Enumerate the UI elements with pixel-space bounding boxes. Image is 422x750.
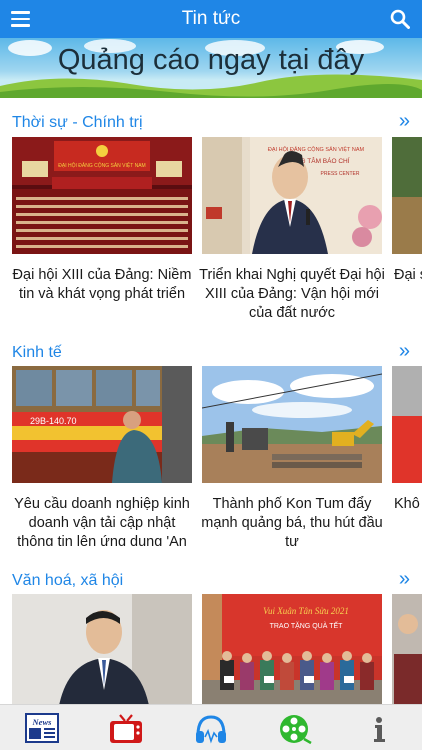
gift-banner-text: Vui Xuân Tân Sửu 2021	[263, 606, 349, 616]
article-card[interactable]	[392, 594, 422, 704]
article-title[interactable]: Thành phố Kon Tum đẩy mạnh quảng bá, thu…	[199, 495, 385, 546]
article-row-thoi-su: ĐẠI HỘI ĐẢNG CỘNG SẢN VIỆT NAM Đại hội X…	[0, 137, 422, 327]
section-title[interactable]: Kinh tế	[12, 344, 62, 362]
article-card[interactable]	[12, 594, 192, 704]
article-row-van-hoa: Vui Xuân Tân Sửu 2021 TRAO TẶNG QUÀ TẾT	[0, 594, 422, 704]
article-thumbnail-partial[interactable]	[392, 366, 422, 483]
article-thumbnail-official[interactable]	[12, 594, 192, 704]
svg-text:News: News	[32, 717, 53, 727]
section-header-van-hoa[interactable]: Văn hoá, xã hội »	[0, 568, 422, 596]
bottom-tab-bar: News	[0, 704, 422, 750]
article-thumbnail-partial[interactable]	[392, 137, 422, 254]
page-title: Tin tức	[181, 8, 241, 29]
section-header-kinh-te[interactable]: Kinh tế »	[0, 340, 422, 368]
article-thumbnail-press-center[interactable]: ĐẠI HỘI ĐẢNG CỘNG SẢN VIỆT NAM TRUNG TÂM…	[202, 137, 382, 254]
press-wall-text: ĐẠI HỘI ĐẢNG CỘNG SẢN VIỆT NAM	[268, 145, 365, 153]
ad-banner-text: Quảng cáo ngay tại đây	[57, 44, 365, 76]
article-card[interactable]: Thành phố Kon Tum đẩy mạnh quảng bá, thu…	[199, 366, 385, 546]
article-title[interactable]: Đại hội XIII của Đảng: Niềm tin và khát …	[9, 266, 195, 304]
article-thumbnail-bus[interactable]: 29B-140.70	[12, 366, 192, 483]
section-title[interactable]: Thời sự - Chính trị	[12, 114, 143, 132]
info-icon	[374, 717, 385, 742]
article-card[interactable]: 29B-140.70 Yêu cầu doanh nghiệp kinh doa…	[12, 366, 192, 546]
more-chevron-icon[interactable]: »	[399, 110, 410, 133]
press-wall-subtitle: PRESS CENTER	[321, 171, 360, 177]
headphones-icon	[196, 715, 226, 744]
article-card[interactable]: Đại sán	[392, 137, 422, 285]
section-title[interactable]: Văn hoá, xã hội	[12, 572, 123, 590]
section-header-thoi-su[interactable]: Thời sự - Chính trị »	[0, 110, 422, 138]
bus-number-text: 29B-140.70	[30, 416, 77, 426]
article-card[interactable]: Vui Xuân Tân Sửu 2021 TRAO TẶNG QUÀ TẾT	[202, 594, 382, 704]
more-chevron-icon[interactable]: »	[399, 340, 410, 363]
app-header: Tin tức	[0, 0, 422, 38]
article-title[interactable]: Đại sán	[394, 266, 422, 285]
newspaper-icon: News	[25, 713, 59, 743]
article-thumbnail-construction[interactable]	[202, 366, 382, 483]
ad-banner[interactable]: Quảng cáo ngay tại đây	[0, 38, 422, 98]
tab-audio[interactable]	[194, 713, 228, 745]
article-title[interactable]: Yêu cầu doanh nghiệp kinh doanh vận tải …	[9, 495, 195, 546]
more-chevron-icon[interactable]: »	[399, 568, 410, 591]
search-icon[interactable]	[390, 9, 410, 29]
article-title[interactable]: Khô tăng	[394, 495, 422, 514]
article-card[interactable]: ĐẠI HỘI ĐẢNG CỘNG SẢN VIỆT NAM Đại hội X…	[12, 137, 192, 304]
film-reel-icon	[280, 715, 312, 745]
article-card[interactable]: Khô tăng	[392, 366, 422, 514]
tab-video[interactable]	[278, 713, 312, 745]
tv-icon	[110, 714, 142, 743]
article-thumbnail-tet-gifts[interactable]: Vui Xuân Tân Sửu 2021 TRAO TẶNG QUÀ TẾT	[202, 594, 382, 704]
article-thumbnail-partial[interactable]	[392, 594, 422, 704]
tab-tv[interactable]	[109, 713, 143, 745]
article-row-kinh-te: 29B-140.70 Yêu cầu doanh nghiệp kinh doa…	[0, 366, 422, 546]
congress-banner-text: ĐẠI HỘI ĐẢNG CỘNG SẢN VIỆT NAM	[58, 161, 145, 169]
article-card[interactable]: ĐẠI HỘI ĐẢNG CỘNG SẢN VIỆT NAM TRUNG TÂM…	[199, 137, 385, 323]
tab-info[interactable]	[362, 713, 396, 745]
tab-news[interactable]: News	[25, 713, 59, 745]
article-title[interactable]: Triển khai Nghị quyết Đại hội XIII của Đ…	[199, 266, 385, 323]
article-thumbnail-congress-hall[interactable]: ĐẠI HỘI ĐẢNG CỘNG SẢN VIỆT NAM	[12, 137, 192, 254]
